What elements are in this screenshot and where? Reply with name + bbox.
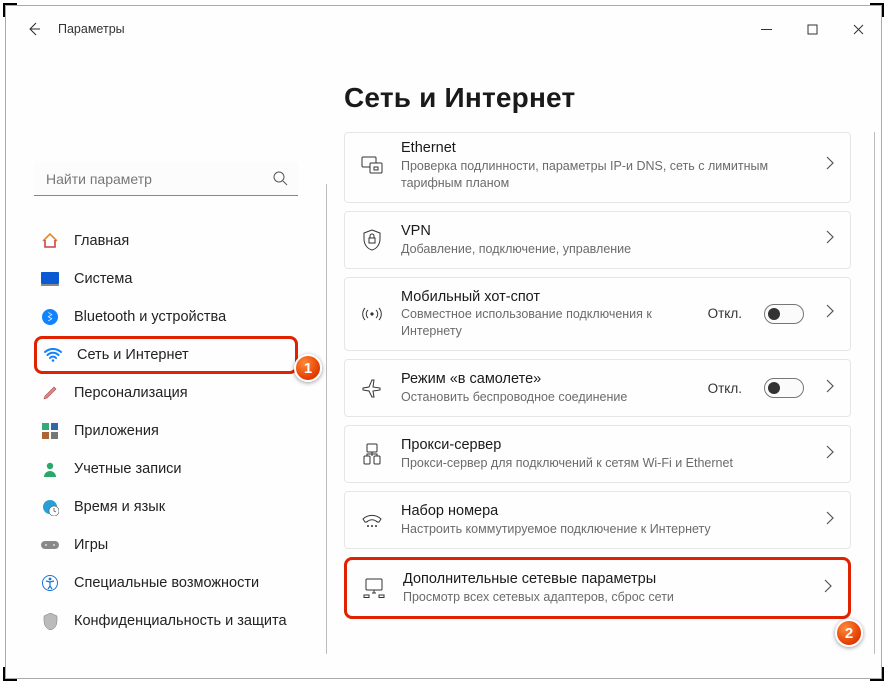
card-ethernet[interactable]: Ethernet Проверка подлинности, параметры…: [344, 132, 851, 203]
arrow-left-icon: [26, 21, 42, 37]
airplane-toggle[interactable]: [764, 378, 804, 398]
card-title: Набор номера: [401, 502, 810, 521]
globe-clock-icon: [40, 497, 60, 517]
card-sub: Настроить коммутируемое подключение к Ин…: [401, 521, 810, 538]
card-dialup[interactable]: Набор номера Настроить коммутируемое под…: [344, 491, 851, 549]
card-sub: Прокси-сервер для подключений к сетям Wi…: [401, 455, 810, 472]
sidebar-item-accounts[interactable]: Учетные записи: [34, 450, 298, 488]
search-icon: [272, 170, 288, 191]
title-bar: Параметры: [6, 6, 881, 52]
proxy-icon: [359, 443, 385, 465]
search-input[interactable]: [34, 162, 298, 196]
chevron-right-icon: [826, 445, 834, 464]
card-hotspot[interactable]: Мобильный хот-спот Совместное использова…: [344, 277, 851, 352]
window-controls: [743, 6, 881, 52]
ethernet-icon: [359, 156, 385, 174]
vpn-shield-icon: [359, 229, 385, 251]
page-title: Сеть и Интернет: [344, 82, 851, 114]
gamepad-icon: [40, 535, 60, 555]
sidebar-item-bluetooth[interactable]: Bluetooth и устройства: [34, 298, 298, 336]
chevron-right-icon: [826, 230, 834, 249]
nav-list: Главная Система Bluetooth и устройства С…: [34, 222, 298, 640]
shield-icon: [40, 611, 60, 631]
dialup-icon: [359, 511, 385, 529]
bluetooth-icon: [40, 307, 60, 327]
sidebar-item-apps[interactable]: Приложения: [34, 412, 298, 450]
apps-icon: [40, 421, 60, 441]
system-icon: [40, 269, 60, 289]
card-sub: Просмотр всех сетевых адаптеров, сброс с…: [403, 589, 808, 606]
sidebar-item-label: Система: [74, 271, 132, 287]
card-title: Режим «в самолете»: [401, 370, 692, 389]
back-button[interactable]: [24, 19, 44, 39]
card-title: Мобильный хот-спот: [401, 288, 692, 307]
sidebar-item-privacy[interactable]: Конфиденциальность и защита: [34, 602, 298, 640]
sidebar-item-accessibility[interactable]: Специальные возможности: [34, 564, 298, 602]
toggle-state: Откл.: [708, 381, 742, 396]
minimize-button[interactable]: [743, 6, 789, 52]
card-title: Ethernet: [401, 139, 810, 158]
sidebar-item-label: Приложения: [74, 423, 159, 439]
sidebar-item-personalization[interactable]: Персонализация: [34, 374, 298, 412]
sidebar-item-label: Учетные записи: [74, 461, 182, 477]
home-icon: [40, 231, 60, 251]
callout-badge-2: 2: [835, 619, 863, 647]
card-airplane[interactable]: Режим «в самолете» Остановить беспроводн…: [344, 359, 851, 417]
toggle-state: Откл.: [708, 306, 742, 321]
card-sub: Остановить беспроводное соединение: [401, 389, 692, 406]
chevron-right-icon: [824, 579, 832, 598]
sidebar-item-label: Игры: [74, 537, 108, 553]
chevron-right-icon: [826, 304, 834, 323]
monitor-network-icon: [361, 578, 387, 598]
main-panel: Сеть и Интернет Ethernet Проверка подлин…: [316, 52, 881, 678]
accessibility-icon: [40, 573, 60, 593]
chevron-right-icon: [826, 156, 834, 175]
main-scrollbar[interactable]: [874, 132, 875, 654]
sidebar-item-system[interactable]: Система: [34, 260, 298, 298]
user-icon: [40, 459, 60, 479]
chevron-right-icon: [826, 511, 834, 530]
sidebar-item-label: Сеть и Интернет: [77, 347, 189, 363]
sidebar-item-label: Bluetooth и устройства: [74, 309, 226, 325]
airplane-icon: [359, 378, 385, 398]
card-proxy[interactable]: Прокси-сервер Прокси-сервер для подключе…: [344, 425, 851, 483]
brush-icon: [40, 383, 60, 403]
sidebar-item-label: Главная: [74, 233, 129, 249]
sidebar: Главная Система Bluetooth и устройства С…: [6, 52, 316, 678]
callout-badge-1: 1: [294, 354, 322, 382]
card-sub: Совместное использование подключения к И…: [401, 306, 692, 340]
sidebar-item-label: Специальные возможности: [74, 575, 259, 591]
chevron-right-icon: [826, 379, 834, 398]
sidebar-item-label: Конфиденциальность и защита: [74, 613, 287, 629]
maximize-button[interactable]: [789, 6, 835, 52]
card-sub: Проверка подлинности, параметры IP-и DNS…: [401, 158, 810, 192]
wifi-icon: [43, 345, 63, 365]
card-title: Дополнительные сетевые параметры: [403, 570, 808, 589]
card-advanced-network[interactable]: Дополнительные сетевые параметры Просмот…: [344, 557, 851, 619]
card-title: Прокси-сервер: [401, 436, 810, 455]
card-vpn[interactable]: VPN Добавление, подключение, управление: [344, 211, 851, 269]
sidebar-item-gaming[interactable]: Игры: [34, 526, 298, 564]
hotspot-toggle[interactable]: [764, 304, 804, 324]
sidebar-item-label: Время и язык: [74, 499, 165, 515]
sidebar-item-time[interactable]: Время и язык: [34, 488, 298, 526]
sidebar-item-home[interactable]: Главная: [34, 222, 298, 260]
sidebar-item-label: Персонализация: [74, 385, 188, 401]
sidebar-item-network[interactable]: Сеть и Интернет: [34, 336, 298, 374]
window-title: Параметры: [58, 22, 125, 36]
hotspot-icon: [359, 305, 385, 323]
card-sub: Добавление, подключение, управление: [401, 241, 810, 258]
card-title: VPN: [401, 222, 810, 241]
